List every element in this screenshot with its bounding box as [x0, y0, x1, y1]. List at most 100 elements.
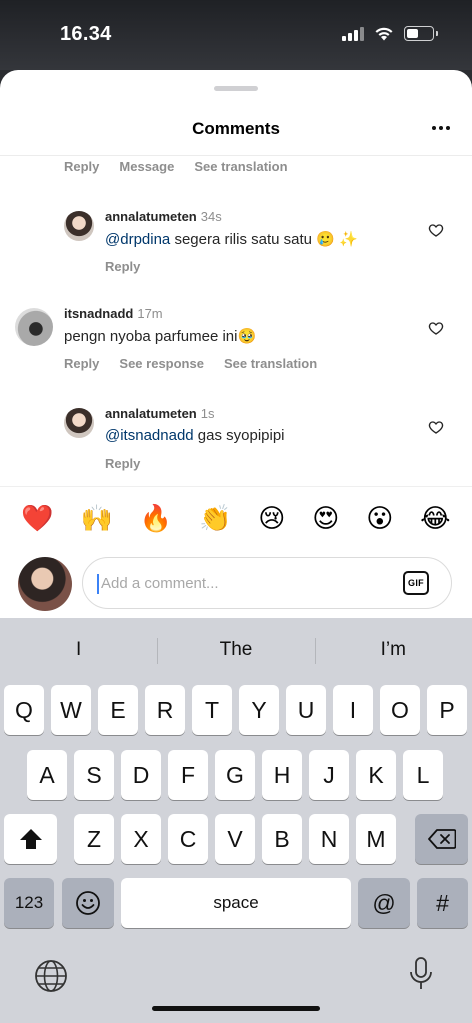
key-b[interactable]: B — [262, 814, 302, 864]
emoji-bar: ❤️ 🙌 🔥 👏 😢 😍 😮 😂 — [0, 486, 472, 550]
signal-bars-icon — [342, 26, 364, 41]
key-t[interactable]: T — [192, 685, 232, 735]
comments-sheet: Comments Reply Message See translation a… — [0, 70, 472, 1023]
emoji-laughing[interactable]: 😂 — [420, 506, 450, 532]
shift-icon — [19, 829, 42, 849]
key-y[interactable]: Y — [239, 685, 279, 735]
key-w[interactable]: W — [51, 685, 91, 735]
key-s[interactable]: S — [74, 750, 114, 800]
emoji-heart-eyes[interactable]: 😍 — [312, 506, 339, 532]
mention-link[interactable]: @drpdina — [105, 231, 170, 248]
key-o[interactable]: O — [380, 685, 420, 735]
emoji-raised-hands[interactable]: 🙌 — [81, 506, 113, 532]
gif-button[interactable]: GIF — [403, 571, 429, 595]
see-translation-link[interactable]: See translation — [224, 356, 317, 371]
suggestion-1[interactable]: I — [0, 630, 157, 670]
sheet-title: Comments — [192, 119, 280, 138]
emoji-crying[interactable]: 😢 — [258, 506, 285, 532]
more-icon[interactable] — [432, 126, 450, 130]
comment-username[interactable]: itsnadnadd 17m — [64, 306, 163, 321]
comment-time: 1s — [200, 406, 215, 421]
key-c[interactable]: C — [168, 814, 208, 864]
avatar[interactable] — [15, 308, 53, 346]
text-caret — [97, 574, 99, 594]
keyboard: I The I’m Q W E R T Y U I O P A S D F G … — [0, 618, 472, 1023]
reply-link[interactable]: Reply — [105, 456, 140, 471]
reply-link[interactable]: Reply — [64, 159, 99, 174]
comment-body: gas syopipipi — [193, 427, 285, 444]
key-k[interactable]: K — [356, 750, 396, 800]
see-response-link[interactable]: See response — [119, 356, 204, 371]
shift-key[interactable] — [4, 814, 57, 864]
comment-username[interactable]: annalatumeten 34s — [105, 209, 222, 224]
heart-icon[interactable] — [428, 320, 444, 336]
hash-key[interactable]: # — [417, 878, 468, 928]
comment-input-row: Add a comment... GIF — [0, 550, 472, 620]
status-time: 16.34 — [60, 23, 112, 45]
mention-link[interactable]: @itsnadnadd — [105, 427, 194, 444]
key-i[interactable]: I — [333, 685, 373, 735]
emoji-clap[interactable]: 👏 — [199, 506, 231, 532]
emoji-heart[interactable]: ❤️ — [21, 506, 53, 532]
suggestion-2[interactable]: The — [157, 630, 314, 670]
backspace-icon — [427, 829, 456, 849]
status-bar: 16.34 — [0, 0, 472, 70]
key-e[interactable]: E — [98, 685, 138, 735]
key-r[interactable]: R — [145, 685, 185, 735]
key-d[interactable]: D — [121, 750, 161, 800]
suggestion-bar: I The I’m — [0, 630, 472, 670]
key-g[interactable]: G — [215, 750, 255, 800]
key-m[interactable]: M — [356, 814, 396, 864]
home-indicator — [152, 1006, 320, 1011]
comment-placeholder: Add a comment... — [101, 575, 219, 592]
battery-icon — [404, 26, 438, 41]
avatar[interactable] — [64, 211, 94, 241]
emoji-key[interactable] — [62, 878, 114, 928]
key-u[interactable]: U — [286, 685, 326, 735]
at-key[interactable]: @ — [358, 878, 410, 928]
reply-link[interactable]: Reply — [105, 259, 140, 274]
emoji-fire[interactable]: 🔥 — [140, 506, 172, 532]
key-p[interactable]: P — [427, 685, 467, 735]
status-icons — [342, 26, 438, 41]
key-h[interactable]: H — [262, 750, 302, 800]
key-a[interactable]: A — [27, 750, 67, 800]
comment-reply: annalatumeten 34s @drpdina segera rilis s… — [0, 202, 472, 282]
username-text[interactable]: annalatumeten — [105, 209, 197, 224]
key-v[interactable]: V — [215, 814, 255, 864]
comment-text: @itsnadnadd gas syopipipi — [105, 427, 285, 444]
emoji-icon — [76, 891, 100, 915]
heart-icon[interactable] — [428, 419, 444, 435]
comment-reply: annalatumeten 1s @itsnadnadd gas syopipip… — [0, 399, 472, 479]
heart-icon[interactable] — [428, 222, 444, 238]
reply-link[interactable]: Reply — [64, 356, 99, 371]
my-avatar — [18, 557, 72, 611]
comment-input[interactable]: Add a comment... GIF — [82, 557, 452, 609]
key-j[interactable]: J — [309, 750, 349, 800]
comment-text: @drpdina segera rilis satu satu 🥲 ✨ — [105, 230, 358, 248]
key-q[interactable]: Q — [4, 685, 44, 735]
emoji-surprised[interactable]: 😮 — [366, 506, 393, 532]
suggestion-3[interactable]: I’m — [314, 630, 472, 670]
see-translation-link[interactable]: See translation — [194, 159, 287, 174]
comment-actions: Reply Message See translation — [64, 159, 288, 174]
key-z[interactable]: Z — [74, 814, 114, 864]
avatar[interactable] — [64, 408, 94, 438]
microphone-icon[interactable] — [408, 956, 434, 992]
globe-icon[interactable] — [34, 959, 68, 993]
message-link[interactable]: Message — [119, 159, 174, 174]
comment-time: 17m — [137, 306, 163, 321]
backspace-key[interactable] — [415, 814, 468, 864]
space-key[interactable]: space — [121, 878, 351, 928]
key-x[interactable]: X — [121, 814, 161, 864]
username-text[interactable]: itsnadnadd — [64, 306, 133, 321]
key-f[interactable]: F — [168, 750, 208, 800]
key-n[interactable]: N — [309, 814, 349, 864]
numbers-key[interactable]: 123 — [4, 878, 54, 928]
username-text[interactable]: annalatumeten — [105, 406, 197, 421]
sheet-grabber[interactable] — [214, 86, 258, 91]
key-l[interactable]: L — [403, 750, 443, 800]
comment-username[interactable]: annalatumeten 1s — [105, 406, 214, 421]
sheet-header: Comments — [0, 104, 472, 156]
comment-list: Reply Message See translation annalatume… — [0, 157, 472, 487]
